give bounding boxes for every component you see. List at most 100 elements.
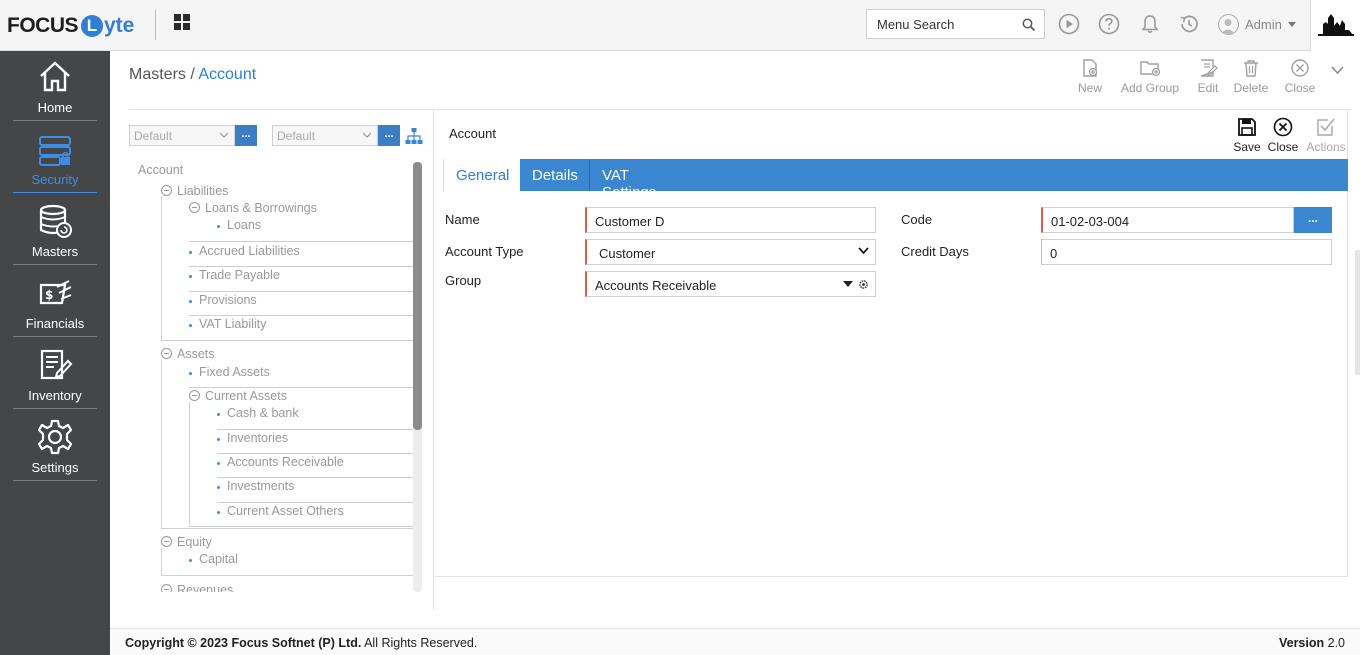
copyright-rights: All Rights Reserved. (361, 636, 478, 650)
credit-days-input[interactable]: 0 (1041, 239, 1332, 265)
edit-button[interactable]: Edit (1194, 58, 1222, 95)
inventory-icon (40, 349, 73, 380)
account-type-select[interactable]: Customer (585, 239, 876, 265)
tree-node-trade-payable[interactable]: Trade Payable (189, 268, 280, 282)
tree-node-label: Accrued Liabilities (199, 244, 300, 258)
bell-icon[interactable] (1139, 13, 1161, 35)
code-input[interactable]: 01-02-03-004 (1041, 207, 1294, 233)
collapse-icon[interactable] (161, 584, 172, 592)
help-icon[interactable] (1098, 13, 1120, 35)
tree-node-current-asset-others[interactable]: Current Asset Others (217, 504, 344, 518)
name-value: Customer D (595, 214, 665, 229)
form-close-button[interactable]: Close (1266, 117, 1300, 154)
collapse-icon[interactable] (189, 202, 200, 213)
tree-node-capital[interactable]: Capital (189, 552, 238, 566)
form-tabs: General Details VAT Settings (443, 159, 1348, 201)
tree-node-investments[interactable]: Investments (217, 479, 294, 493)
tree-guide-line (161, 360, 162, 528)
gear-icon[interactable] (858, 279, 869, 290)
collapse-icon[interactable] (161, 348, 172, 359)
collapse-icon[interactable] (161, 536, 172, 547)
tree-view-options-button[interactable]: ... (235, 125, 257, 146)
tree-divider (161, 575, 413, 576)
panel-divider (433, 110, 434, 610)
tree-node-assets[interactable]: Assets (161, 347, 215, 361)
version-text: Version 2.0 (1279, 636, 1345, 650)
tree-filter-options-button[interactable]: ... (378, 125, 400, 146)
tree-view-select[interactable]: Default (129, 125, 235, 146)
search-icon[interactable] (1022, 18, 1036, 32)
actions-button[interactable]: Actions (1304, 117, 1348, 154)
tree-node-liabilities[interactable]: Liabilities (161, 184, 228, 198)
logo-l-badge: L (81, 15, 103, 37)
caret-down-icon[interactable] (843, 281, 853, 288)
logo-text-focus: FOCUS (7, 14, 79, 37)
sidebar-label-settings: Settings (31, 460, 79, 475)
tree-node-label: Loans & Borrowings (205, 201, 317, 215)
chevron-down-icon[interactable] (1331, 66, 1344, 75)
tree-node-label: Equity (177, 535, 212, 549)
tree-node-equity[interactable]: Equity (161, 535, 212, 549)
sidebar-item-masters[interactable]: Masters (13, 195, 97, 265)
tree-node-revenues[interactable]: Revenues (161, 583, 233, 592)
sidebar-item-settings[interactable]: Settings (13, 411, 97, 481)
tree-node-account[interactable]: Account (138, 163, 183, 177)
tree-divider (217, 429, 413, 430)
tree-node-loans-borrowings[interactable]: Loans & Borrowings (189, 201, 317, 215)
add-group-button[interactable]: Add Group (1118, 58, 1182, 95)
account-type-value: Customer (599, 246, 656, 261)
app-logo[interactable]: FOCUS L yte (7, 12, 134, 40)
sidebar-item-security[interactable]: Security (13, 123, 97, 193)
menu-search-input[interactable]: Menu Search (866, 9, 1045, 39)
tree-node-provisions[interactable]: Provisions (189, 293, 257, 307)
tab-general[interactable]: General (443, 159, 520, 191)
tree-scrollbar-thumb[interactable] (413, 162, 422, 430)
tree-node-label: Trade Payable (199, 268, 280, 282)
credit-days-value: 0 (1050, 246, 1058, 261)
tree-scrollbar[interactable] (413, 162, 422, 592)
tree-node-cash-bank[interactable]: Cash & bank (217, 406, 299, 420)
play-icon[interactable] (1058, 13, 1080, 35)
collapse-icon[interactable] (161, 185, 172, 196)
tree-node-current-assets[interactable]: Current Assets (189, 389, 287, 403)
new-document-icon (1083, 59, 1098, 77)
new-label: New (1077, 81, 1102, 95)
save-button[interactable]: Save (1233, 117, 1261, 154)
leaf-dot-icon (189, 300, 192, 303)
tree-node-loans[interactable]: Loans (217, 218, 261, 232)
sidebar-label-masters: Masters (31, 244, 79, 259)
delete-label: Delete (1233, 81, 1269, 95)
page-scrollbar[interactable] (1355, 250, 1360, 375)
tree-node-label: Current Assets (205, 389, 287, 403)
tab-vat-settings[interactable]: VAT Settings (590, 159, 698, 201)
tree-node-inventories[interactable]: Inventories (217, 431, 288, 445)
tree-filter-select[interactable]: Default (272, 125, 378, 146)
sidebar-item-home[interactable]: Home (13, 51, 97, 121)
sidebar-item-financials[interactable]: $ Financials (13, 267, 97, 337)
history-icon[interactable] (1178, 13, 1200, 35)
company-logo (1310, 0, 1360, 51)
close-button[interactable]: Close (1282, 58, 1318, 95)
hierarchy-icon[interactable] (405, 127, 423, 145)
app-grid-icon[interactable] (174, 14, 190, 30)
leaf-dot-icon (217, 511, 220, 514)
tree-node-vat-liability[interactable]: VAT Liability (189, 317, 266, 331)
name-input[interactable]: Customer D (585, 207, 876, 233)
group-input[interactable]: Accounts Receivable (585, 271, 876, 297)
trash-icon (1244, 60, 1258, 77)
new-button[interactable]: New (1074, 58, 1106, 95)
tab-details[interactable]: Details (520, 159, 589, 191)
collapse-icon[interactable] (189, 390, 200, 401)
tree-node-accrued-liabilities[interactable]: Accrued Liabilities (189, 244, 300, 258)
menu-search-placeholder: Menu Search (877, 17, 955, 32)
user-menu[interactable]: Admin (1218, 12, 1296, 36)
code-lookup-button[interactable]: ... (1294, 207, 1332, 233)
delete-button[interactable]: Delete (1232, 58, 1270, 95)
tree-node-fixed-assets[interactable]: Fixed Assets (189, 365, 270, 379)
add-folder-icon (1140, 61, 1161, 77)
tree-node-accounts-receivable[interactable]: Accounts Receivable (217, 455, 344, 469)
credit-days-label: Credit Days (901, 244, 969, 259)
breadcrumb-parent[interactable]: Masters / (129, 66, 198, 83)
tree-divider (189, 315, 413, 316)
sidebar-item-inventory[interactable]: Inventory (13, 339, 97, 409)
